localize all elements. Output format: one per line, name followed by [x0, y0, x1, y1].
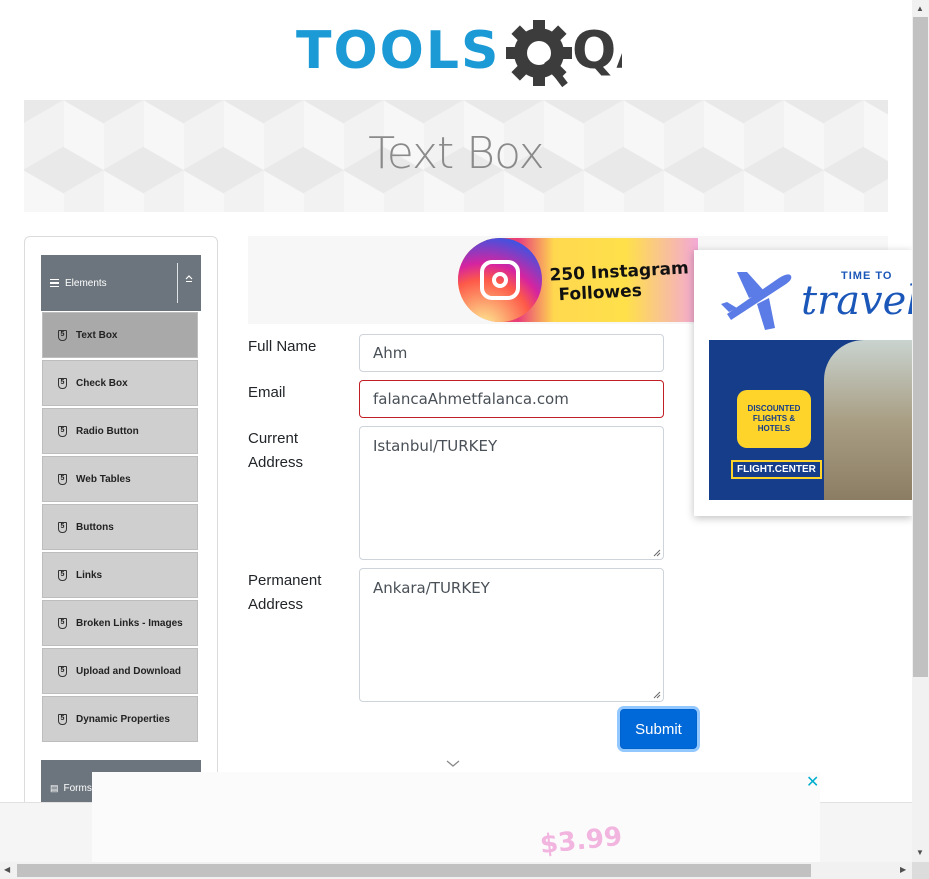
toolsqa-logo[interactable]: TOOLS QA	[296, 16, 622, 90]
current-address-textarea[interactable]: Istanbul/TURKEY	[359, 426, 664, 560]
page-title: Text Box	[368, 128, 544, 179]
sidebar-item-label: Dynamic Properties	[76, 713, 170, 725]
airplane-icon	[721, 272, 792, 330]
sidebar-item-text-box[interactable]: 5 Text Box	[42, 312, 198, 358]
sidebar-group-label: Forms	[63, 782, 92, 794]
ad-travel[interactable]: TIME TO travel DISCOUNTED FLIGHTS & HOTE…	[694, 250, 919, 516]
collapse-arrow-icon[interactable]	[182, 273, 196, 286]
scrollbar-corner	[912, 862, 929, 879]
sidebar-item-upload-download[interactable]: 5 Upload and Download	[42, 648, 198, 694]
sidebar-item-label: Check Box	[76, 377, 128, 389]
close-icon[interactable]: ✕	[806, 772, 819, 792]
html5-icon: 5	[58, 329, 67, 341]
instagram-ad[interactable]: 250 Instagram Followes	[458, 238, 698, 322]
sidebar-item-radio-button[interactable]: 5 Radio Button	[42, 408, 198, 454]
resize-grip-icon[interactable]	[653, 549, 661, 557]
sidebar-item-label: Links	[76, 569, 103, 581]
full-name-label: Full Name	[248, 338, 317, 355]
sidebar-item-label: Web Tables	[76, 473, 131, 485]
scroll-left-arrow-icon[interactable]: ◀	[4, 865, 10, 874]
bubble-line2: FLIGHTS & HOTELS	[752, 414, 796, 433]
html5-icon: 5	[58, 713, 67, 725]
ad-banner-bottom[interactable]: $3.99	[92, 772, 820, 862]
flight-center-logo: FLIGHT.CENTER	[731, 460, 822, 479]
chevron-down-icon[interactable]	[446, 756, 460, 770]
horizontal-scrollbar-thumb[interactable]	[17, 864, 811, 877]
sidebar: Elements 5 Text Box 5 Check Box 5 Radio …	[24, 236, 218, 838]
resize-grip-icon[interactable]	[653, 691, 661, 699]
scroll-right-arrow-icon[interactable]: ▶	[900, 865, 906, 874]
sidebar-item-label: Text Box	[76, 329, 118, 341]
document-icon: ▤	[50, 782, 59, 793]
html5-icon: 5	[58, 473, 67, 485]
submit-button[interactable]: Submit	[620, 709, 697, 749]
sidebar-item-web-tables[interactable]: 5 Web Tables	[42, 456, 198, 502]
travel-bubble: DISCOUNTED FLIGHTS & HOTELS	[737, 390, 811, 448]
current-address-value: Istanbul/TURKEY	[373, 437, 498, 455]
travel-photo	[824, 340, 912, 500]
permanent-address-value: Ankara/TURKEY	[373, 579, 490, 597]
html5-icon: 5	[58, 665, 67, 677]
vertical-scrollbar-thumb[interactable]	[913, 17, 928, 677]
sidebar-item-dynamic-properties[interactable]: 5 Dynamic Properties	[42, 696, 198, 742]
full-name-input[interactable]	[359, 334, 664, 372]
html5-icon: 5	[58, 425, 67, 437]
html5-icon: 5	[58, 569, 67, 581]
ad-price: $3.99	[538, 821, 624, 861]
sidebar-item-links[interactable]: 5 Links	[42, 552, 198, 598]
email-label: Email	[248, 384, 286, 401]
bubble-line1: DISCOUNTED	[747, 404, 801, 413]
sidebar-item-label: Buttons	[76, 521, 114, 533]
sidebar-item-label: Radio Button	[76, 425, 139, 437]
permanent-address-textarea[interactable]: Ankara/TURKEY	[359, 568, 664, 702]
scroll-down-arrow-icon[interactable]: ▼	[916, 848, 924, 857]
sidebar-item-buttons[interactable]: 5 Buttons	[42, 504, 198, 550]
sidebar-group-label: Elements	[65, 277, 107, 289]
html5-icon: 5	[58, 617, 67, 629]
logo-tools-text: TOOLS	[296, 21, 500, 81]
gear-icon	[506, 20, 572, 88]
sidebar-item-broken-links[interactable]: 5 Broken Links - Images	[42, 600, 198, 646]
sidebar-item-check-box[interactable]: 5 Check Box	[42, 360, 198, 406]
sidebar-item-label: Upload and Download	[76, 665, 181, 677]
sidebar-group-elements[interactable]: Elements	[41, 255, 201, 311]
hamburger-icon	[50, 277, 59, 290]
scroll-up-arrow-icon[interactable]: ▲	[916, 4, 924, 13]
logo-qa-text: QA	[572, 21, 622, 81]
page-banner: Text Box	[24, 100, 888, 212]
html5-icon: 5	[58, 521, 67, 533]
permanent-address-label: Permanent Address	[248, 572, 322, 613]
html5-icon: 5	[58, 377, 67, 389]
instagram-icon	[458, 238, 542, 322]
sidebar-item-label: Broken Links - Images	[76, 617, 183, 629]
current-address-label: Current Address	[248, 430, 304, 471]
travel-ad-script: travel	[801, 278, 920, 324]
email-input[interactable]	[359, 380, 664, 418]
